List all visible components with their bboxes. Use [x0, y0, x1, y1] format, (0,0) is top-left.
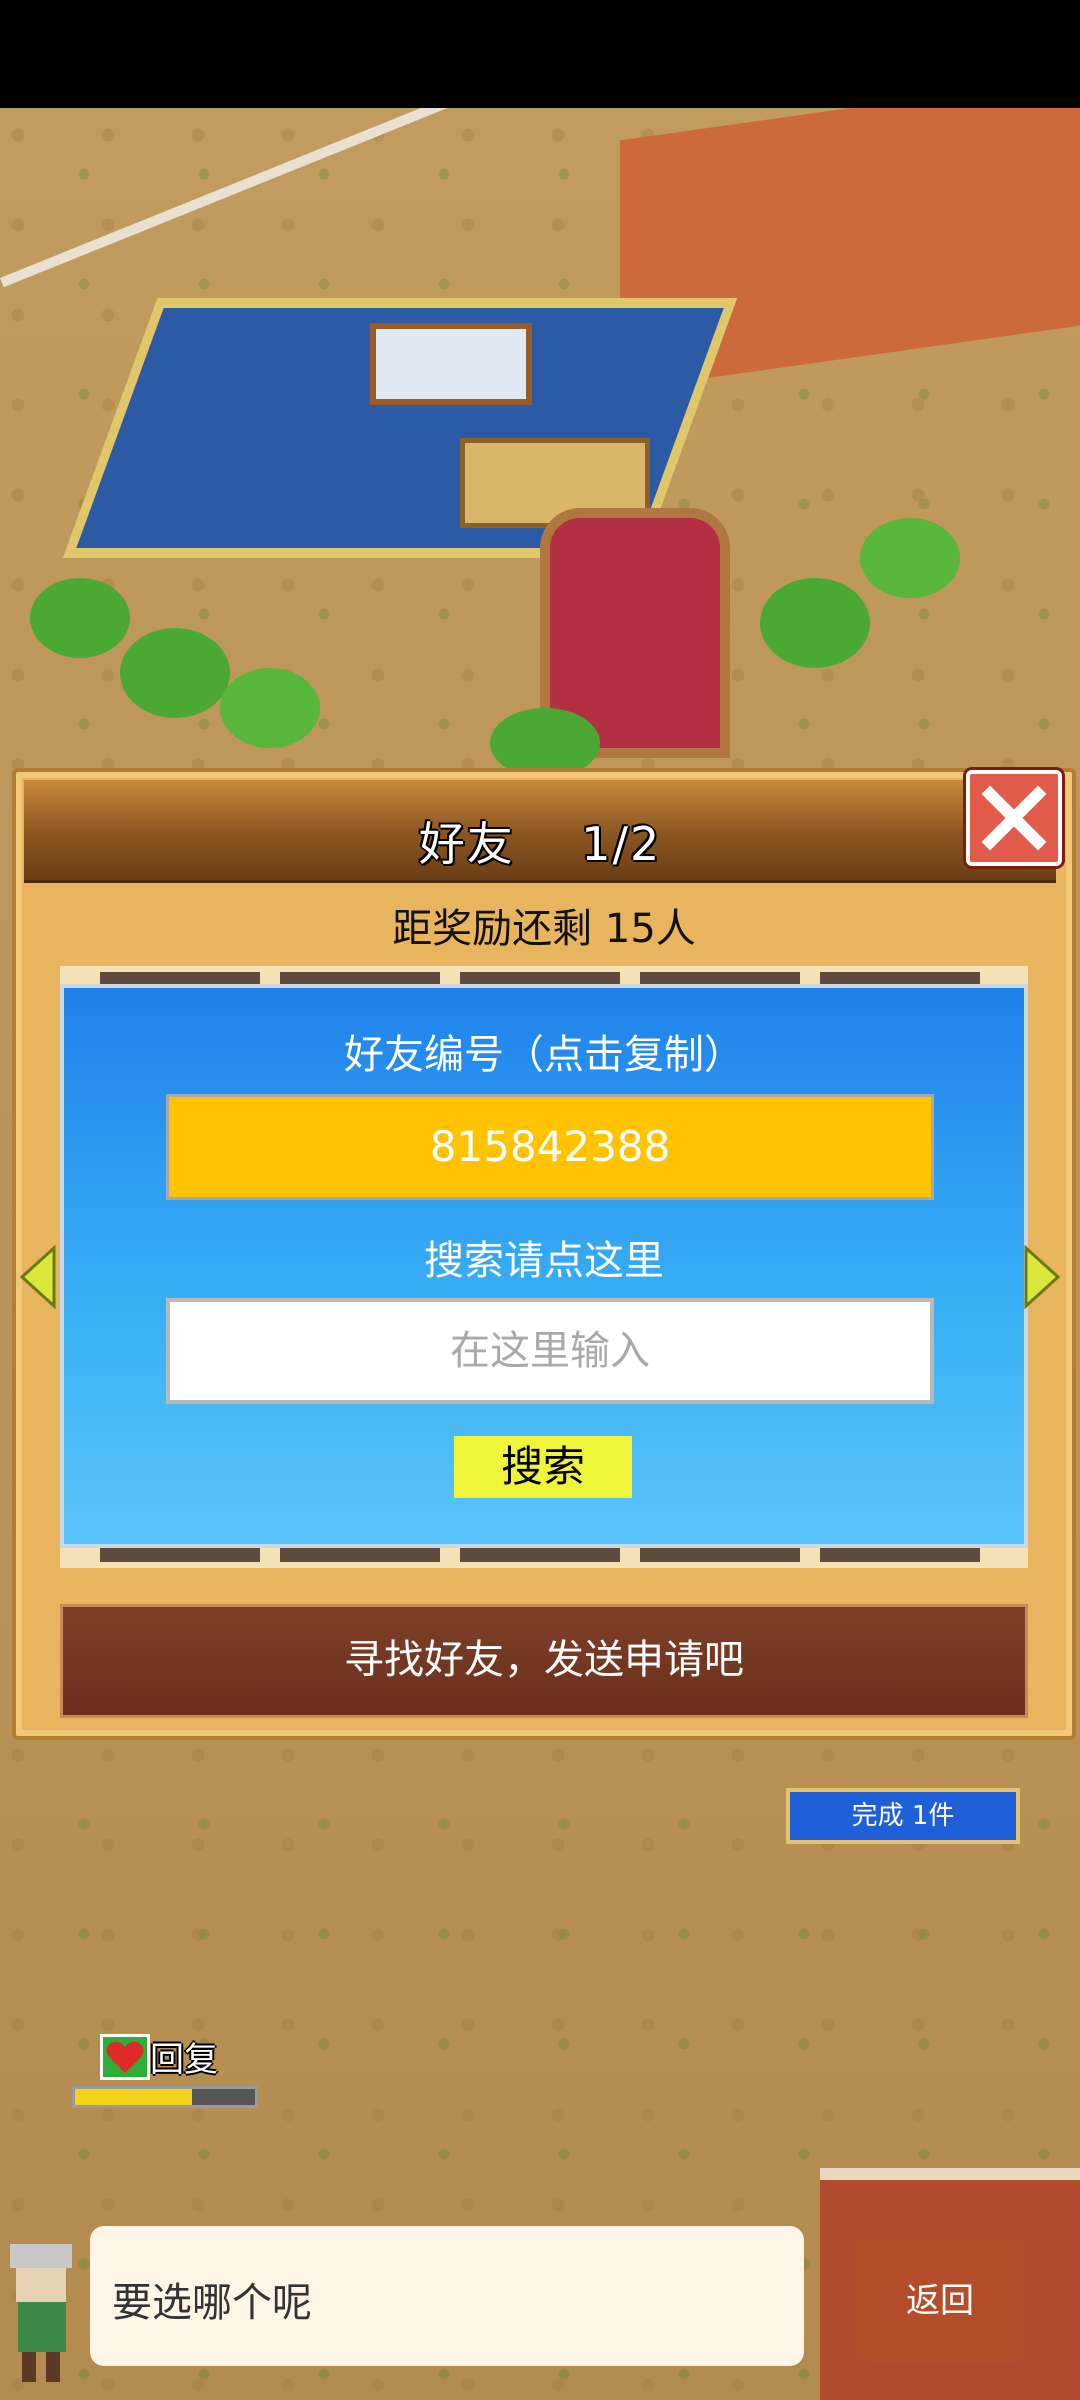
close-icon [981, 785, 1047, 851]
speech-text: 要选哪个呢 [112, 2280, 312, 2326]
status-bar [0, 0, 1080, 108]
bush [120, 628, 230, 718]
recover-progress-bar [72, 2086, 258, 2108]
back-button[interactable]: 返回 [856, 2240, 1024, 2362]
find-friends-button[interactable]: 寻找好友，发送申请吧 [60, 1604, 1028, 1718]
dialog-header: 好友 1/2 [24, 780, 1056, 883]
friends-dialog: 好友 1/2 距奖励还剩 15人 好友编号（点击复制） 815842388 搜索… [12, 768, 1076, 1740]
bush [220, 668, 320, 748]
arrow-right-icon[interactable] [1022, 1244, 1062, 1310]
reward-remaining-text: 距奖励还剩 15人 [392, 906, 696, 952]
rail-top [60, 966, 1028, 986]
close-button[interactable] [966, 770, 1062, 866]
bed [370, 323, 532, 405]
friend-id-label: 好友编号（点击复制） [344, 1032, 744, 1078]
recover-progress-fill [75, 2089, 192, 2105]
avatar-icon [10, 2244, 72, 2382]
dialog-title: 好友 1/2 [418, 817, 662, 871]
arrow-left-icon[interactable] [18, 1244, 58, 1310]
complete-badge[interactable]: 完成 1件 [786, 1788, 1020, 1844]
friend-search-input[interactable] [166, 1298, 934, 1404]
rail-bottom [60, 1548, 1028, 1568]
bush [760, 578, 870, 668]
bush [860, 518, 960, 598]
friend-id-copy-box[interactable]: 815842388 [166, 1094, 934, 1200]
search-label: 搜索请点这里 [424, 1238, 664, 1284]
friend-id-panel: 好友编号（点击复制） 815842388 搜索请点这里 搜索 [60, 984, 1028, 1548]
heart-icon [100, 2034, 150, 2080]
search-button[interactable]: 搜索 [454, 1436, 632, 1498]
fence [0, 108, 486, 288]
bush [30, 578, 130, 658]
speech-bubble: 要选哪个呢 [90, 2226, 804, 2366]
recover-label: 回复 [150, 2040, 218, 2080]
